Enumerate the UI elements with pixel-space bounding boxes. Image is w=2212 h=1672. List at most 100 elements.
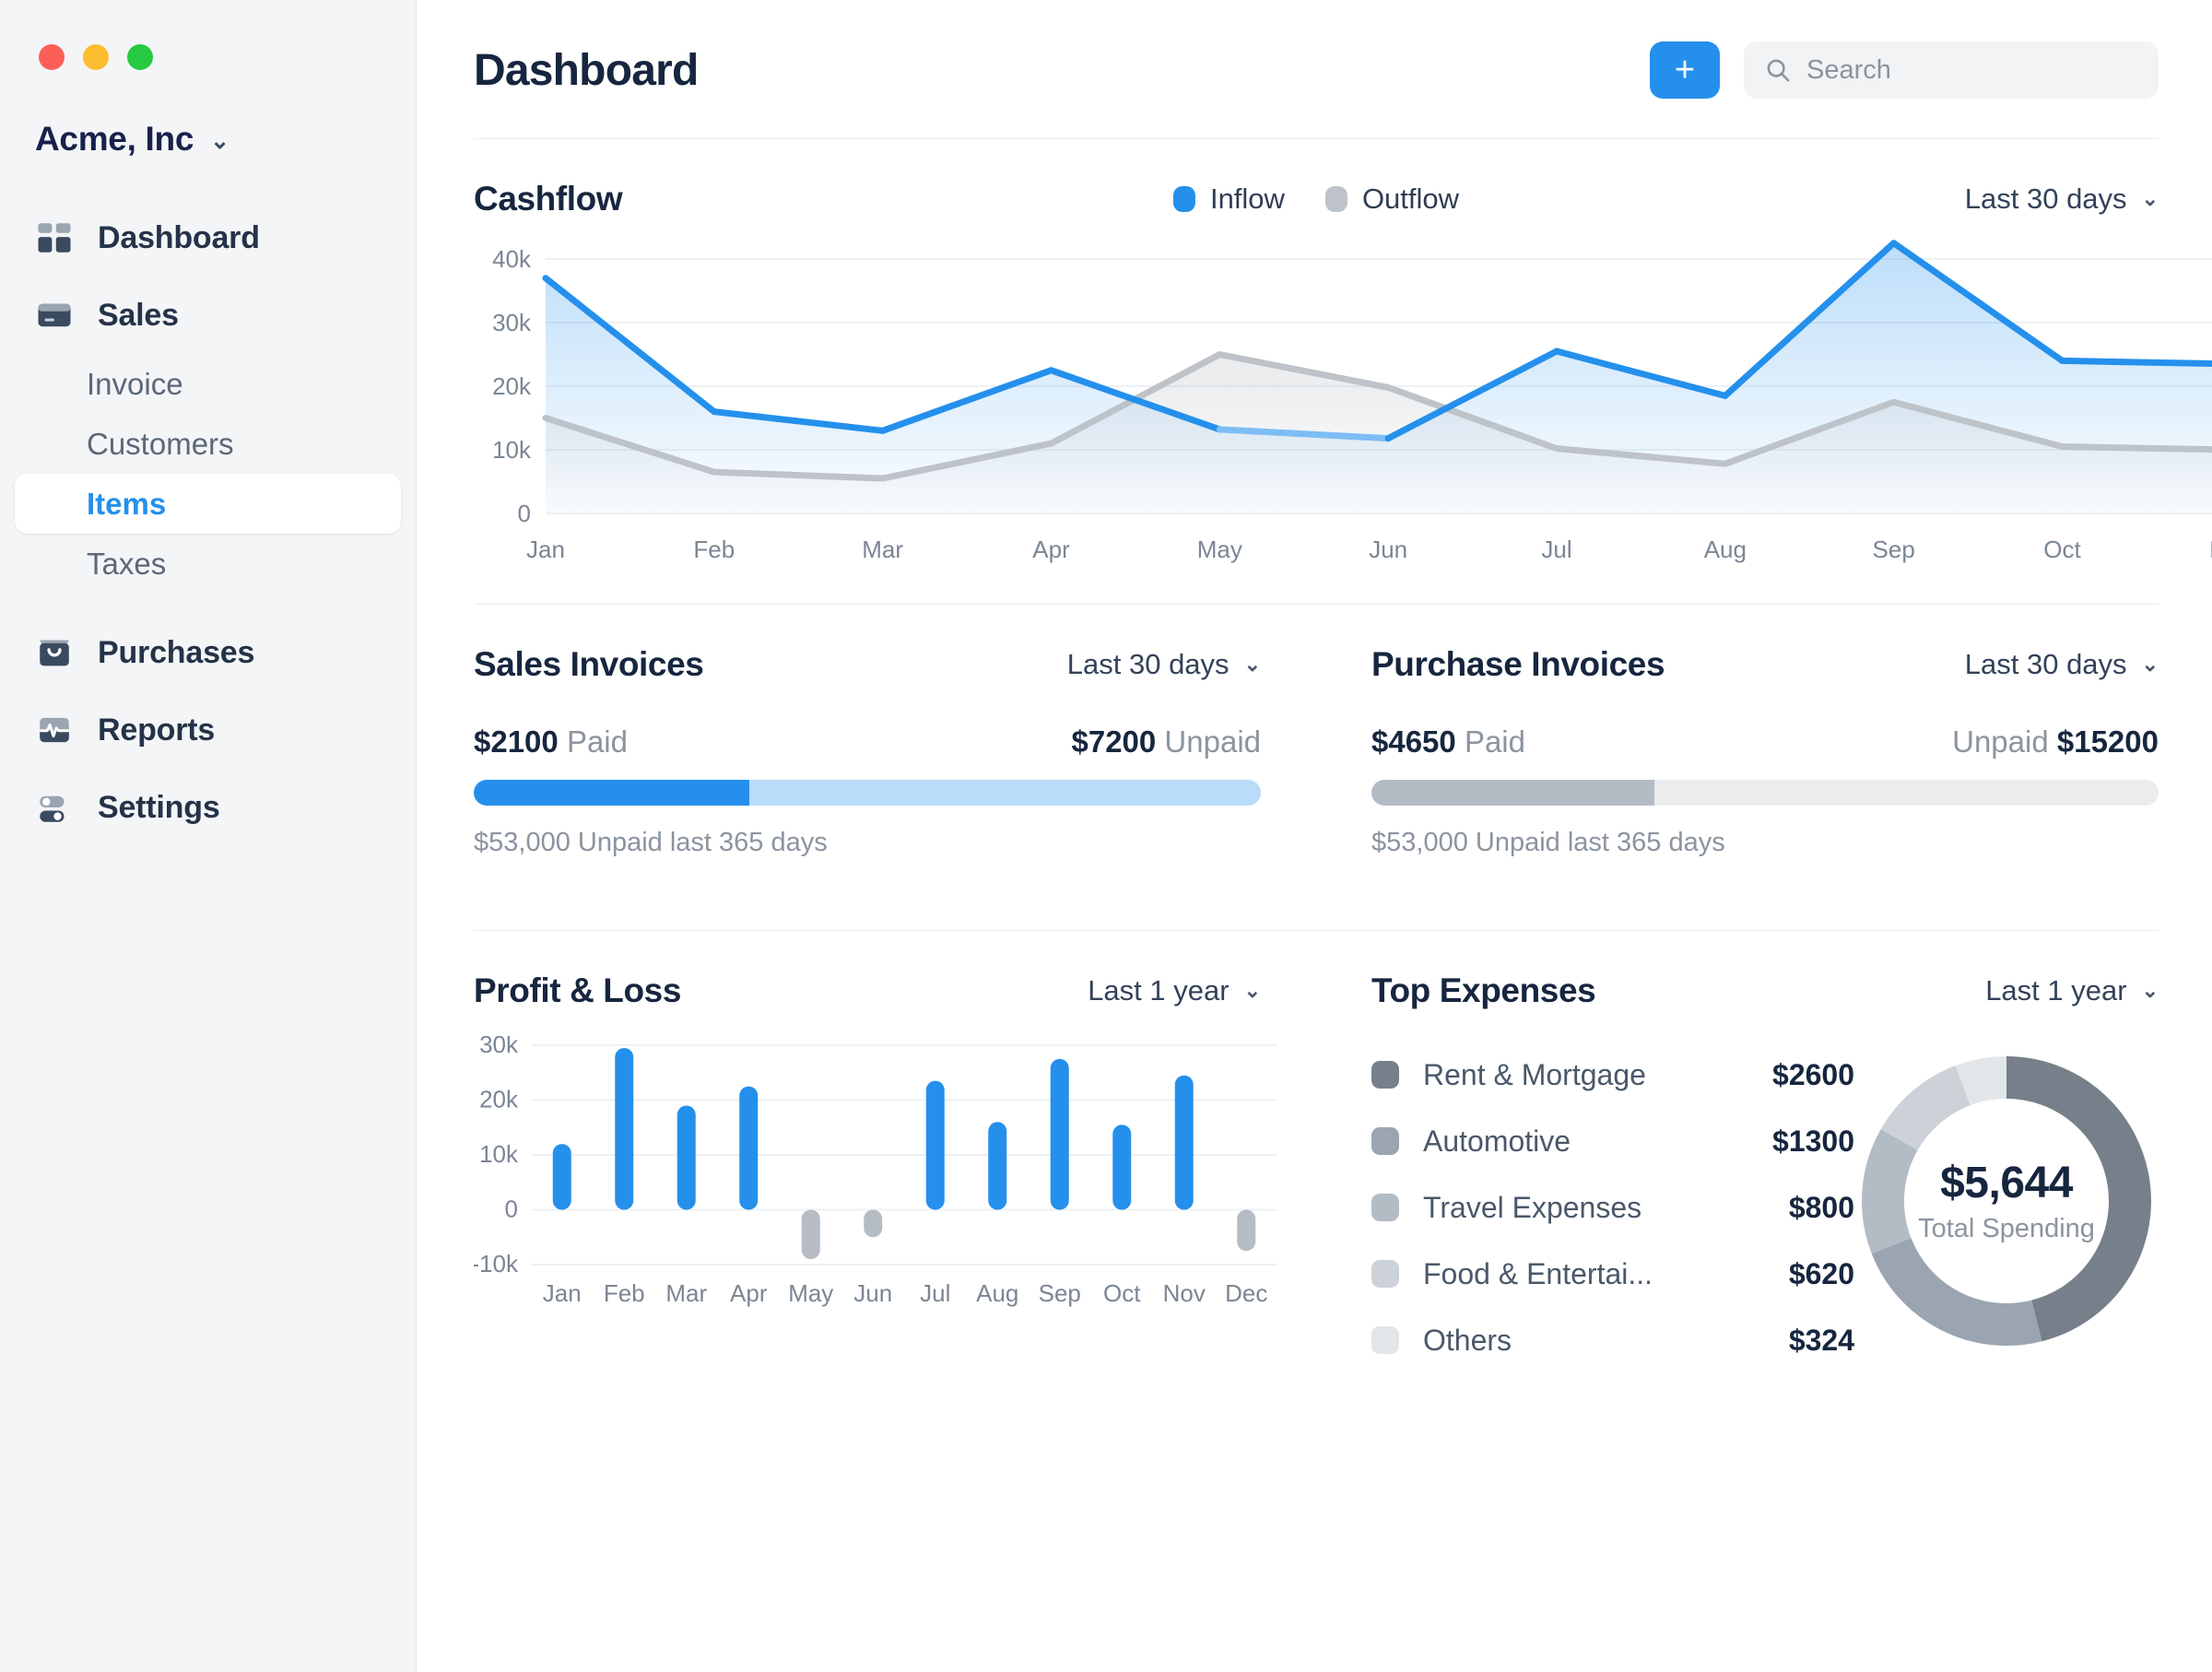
spending-donut-chart: $5,644 Total Spending bbox=[1854, 1042, 2159, 1353]
chevron-down-icon: ⌄ bbox=[1243, 653, 1261, 676]
svg-text:May: May bbox=[788, 1279, 833, 1307]
svg-text:40k: 40k bbox=[492, 245, 532, 273]
purchase-invoices-range-selector[interactable]: Last 30 days ⌄ bbox=[1965, 648, 2159, 681]
svg-text:Mar: Mar bbox=[862, 536, 903, 563]
sidebar-item-dashboard[interactable]: Dashboard bbox=[0, 199, 416, 277]
svg-text:Aug: Aug bbox=[976, 1279, 1018, 1307]
search-placeholder: Search bbox=[1806, 54, 1891, 85]
legend-item-inflow: Inflow bbox=[1172, 183, 1285, 216]
purchase-invoices-title: Purchase Invoices bbox=[1371, 645, 1665, 683]
invoices-section: Sales Invoices Last 30 days ⌄ $2100 Paid… bbox=[417, 605, 2212, 858]
legend-label: Inflow bbox=[1209, 183, 1285, 215]
sales-invoices-range-selector[interactable]: Last 30 days ⌄ bbox=[1067, 648, 1261, 681]
expense-name: Automotive bbox=[1423, 1124, 1571, 1158]
expense-row: Others $324 bbox=[1371, 1307, 1854, 1373]
sidebar-subitem-items[interactable]: Items bbox=[15, 474, 401, 534]
svg-text:Sep: Sep bbox=[1873, 536, 1915, 563]
chevron-down-icon: ⌄ bbox=[1243, 979, 1261, 1002]
sales-invoices-header: Sales Invoices Last 30 days ⌄ bbox=[474, 645, 1261, 684]
main-content: Dashboard + Search Cashflow Inflow Outfl… bbox=[417, 0, 2212, 1672]
search-input[interactable]: Search bbox=[1744, 41, 2159, 99]
maximize-window-button[interactable] bbox=[127, 44, 153, 70]
top-bar: Dashboard + Search bbox=[417, 0, 2212, 112]
svg-text:Sep: Sep bbox=[1039, 1279, 1081, 1307]
top-expenses-body: Rent & Mortgage $2600 Automotive $1300 Trave… bbox=[1371, 1042, 2159, 1373]
expense-row: Food & Entertai... $620 bbox=[1371, 1241, 1854, 1307]
svg-text:Apr: Apr bbox=[730, 1279, 768, 1307]
sales-paid-amount: $2100 bbox=[474, 724, 559, 759]
sidebar-item-sales[interactable]: Sales bbox=[0, 277, 416, 354]
svg-text:Feb: Feb bbox=[604, 1279, 645, 1307]
cashflow-legend: Inflow Outflow bbox=[1172, 183, 1459, 216]
expense-color-swatch-icon bbox=[1371, 1194, 1399, 1221]
top-expenses-header: Top Expenses Last 1 year ⌄ bbox=[1371, 971, 2159, 1010]
sidebar-subitem-invoice[interactable]: Invoice bbox=[15, 354, 401, 414]
svg-text:Jan: Jan bbox=[526, 536, 565, 563]
sidebar-item-settings[interactable]: Settings bbox=[0, 769, 416, 846]
svg-text:Apr: Apr bbox=[1032, 536, 1070, 563]
svg-text:Aug: Aug bbox=[1704, 536, 1747, 563]
sidebar-item-purchases[interactable]: Purchases bbox=[0, 614, 416, 691]
cashflow-title: Cashflow bbox=[474, 180, 623, 218]
svg-text:Feb: Feb bbox=[693, 536, 735, 563]
profit-loss-card: Profit & Loss Last 1 year ⌄ -10k 0 10k 20k 3… bbox=[474, 931, 1316, 1373]
toggles-icon bbox=[35, 788, 74, 827]
progress-fill bbox=[1371, 780, 1655, 806]
donut-subtitle: Total Spending bbox=[1918, 1214, 2095, 1243]
purchase-paid-group: $4650 Paid bbox=[1371, 724, 1525, 759]
page-title: Dashboard bbox=[474, 45, 699, 95]
svg-text:30k: 30k bbox=[492, 309, 532, 336]
expense-name: Travel Expenses bbox=[1423, 1190, 1642, 1224]
expense-value: $800 bbox=[1788, 1190, 1854, 1224]
expense-value: $2600 bbox=[1772, 1057, 1854, 1091]
sales-invoices-card: Sales Invoices Last 30 days ⌄ $2100 Paid… bbox=[474, 605, 1316, 858]
expense-list: Rent & Mortgage $2600 Automotive $1300 Trave… bbox=[1371, 1042, 1854, 1373]
sales-unpaid-amount: $7200 bbox=[1071, 724, 1157, 759]
svg-text:Mar: Mar bbox=[665, 1279, 707, 1307]
sidebar-item-reports[interactable]: Reports bbox=[0, 691, 416, 769]
sidebar-subitem-label: Items bbox=[87, 486, 167, 521]
purchase-paid-label: Paid bbox=[1464, 724, 1525, 759]
search-icon bbox=[1764, 56, 1792, 84]
sidebar-subitem-label: Invoice bbox=[87, 366, 183, 401]
org-name: Acme, Inc bbox=[35, 120, 194, 158]
minimize-window-button[interactable] bbox=[83, 44, 109, 70]
svg-text:0: 0 bbox=[518, 500, 531, 527]
purchase-unpaid-amount: $15200 bbox=[2056, 724, 2159, 759]
sidebar-item-label: Dashboard bbox=[98, 219, 260, 255]
sidebar-subitem-label: Taxes bbox=[87, 546, 167, 581]
sales-invoices-title: Sales Invoices bbox=[474, 645, 704, 683]
sidebar-subitem-customers[interactable]: Customers bbox=[15, 414, 401, 474]
top-bar-actions: + Search bbox=[1650, 41, 2159, 99]
cashflow-section: Cashflow Inflow Outflow Last 30 days ⌄ 0… bbox=[417, 180, 2212, 571]
progress-fill bbox=[474, 780, 749, 806]
sidebar-subitem-taxes[interactable]: Taxes bbox=[15, 534, 401, 594]
svg-text:Dec: Dec bbox=[1225, 1279, 1267, 1307]
cashflow-range-selector[interactable]: Last 30 days ⌄ bbox=[1965, 183, 2159, 216]
add-button[interactable]: + bbox=[1650, 41, 1720, 99]
sidebar-subitem-label: Customers bbox=[87, 426, 234, 461]
expense-value: $1300 bbox=[1772, 1124, 1854, 1158]
sidebar-item-label: Settings bbox=[98, 789, 220, 825]
profit-loss-title: Profit & Loss bbox=[474, 971, 682, 1009]
inflow-swatch-icon bbox=[1172, 186, 1195, 212]
range-label: Last 1 year bbox=[1088, 974, 1230, 1007]
svg-text:Oct: Oct bbox=[2043, 536, 2081, 563]
sidebar-item-label: Reports bbox=[98, 712, 216, 748]
pulse-chart-icon bbox=[35, 711, 74, 749]
profit-loss-range-selector[interactable]: Last 1 year ⌄ bbox=[1088, 974, 1261, 1007]
top-expenses-range-selector[interactable]: Last 1 year ⌄ bbox=[1985, 974, 2159, 1007]
range-label: Last 30 days bbox=[1066, 648, 1230, 680]
org-switcher[interactable]: Acme, Inc ⌄ bbox=[0, 70, 416, 159]
purchase-invoices-header: Purchase Invoices Last 30 days ⌄ bbox=[1371, 645, 2159, 684]
close-window-button[interactable] bbox=[39, 44, 65, 70]
bottom-section: Profit & Loss Last 1 year ⌄ -10k 0 10k 20k 3… bbox=[417, 931, 2212, 1373]
purchase-invoices-card: Purchase Invoices Last 30 days ⌄ $4650 P… bbox=[1316, 605, 2159, 858]
top-expenses-title: Top Expenses bbox=[1371, 971, 1596, 1009]
credit-card-icon bbox=[35, 296, 74, 335]
chevron-down-icon: ⌄ bbox=[2141, 187, 2159, 210]
sales-unpaid-label: Unpaid bbox=[1164, 724, 1261, 759]
donut-total: $5,644 bbox=[1940, 1159, 2073, 1207]
expense-value: $324 bbox=[1788, 1323, 1854, 1357]
donut: $5,644 Total Spending bbox=[1854, 1049, 2159, 1353]
